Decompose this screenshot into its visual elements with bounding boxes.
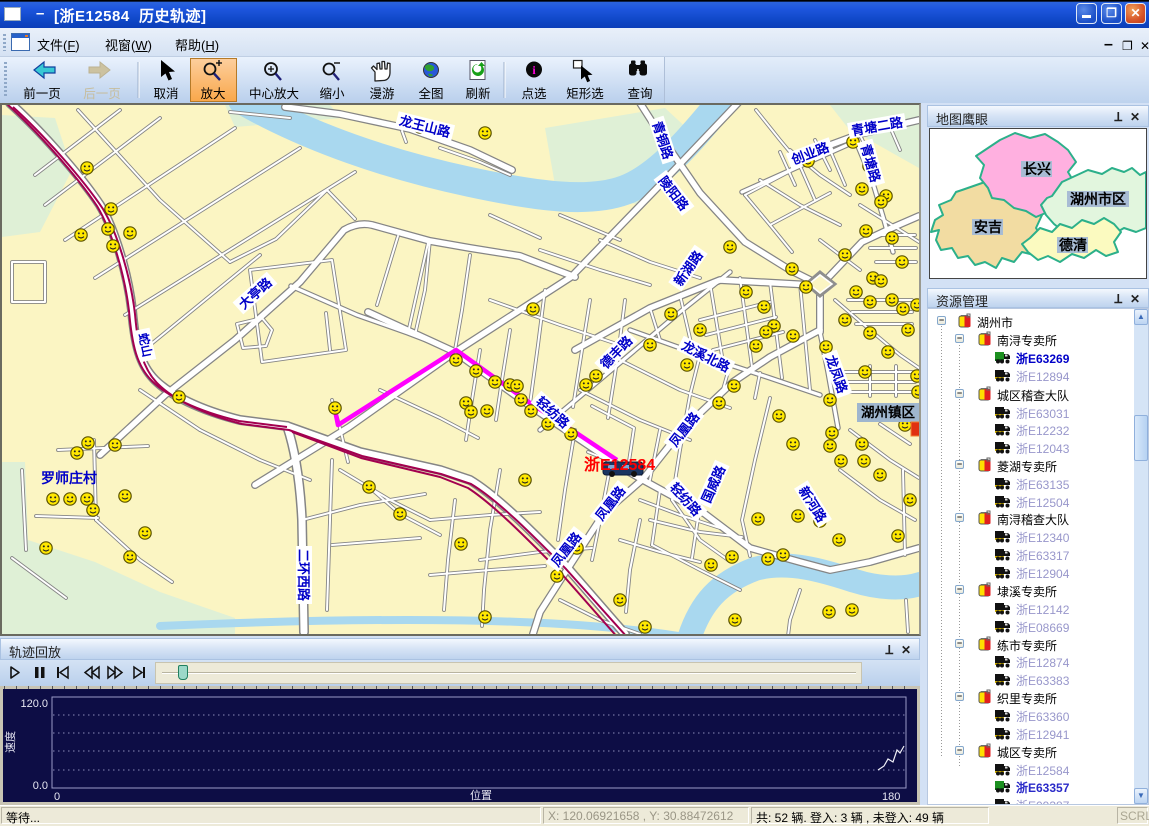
svg-text:后一页: 后一页: [83, 87, 121, 101]
svg-text:浙E12584: 浙E12584: [584, 455, 655, 474]
svg-text:湖州市区: 湖州市区: [1070, 191, 1126, 207]
svg-text:全图: 全图: [418, 86, 443, 101]
svg-text:0: 0: [54, 791, 60, 803]
svg-text:罗师庄村: 罗师庄村: [41, 470, 97, 486]
svg-text:二环西路: 二环西路: [296, 549, 311, 602]
svg-text:安吉: 安吉: [974, 219, 1002, 235]
svg-text:前一页: 前一页: [23, 86, 61, 101]
svg-text:刷新: 刷新: [465, 86, 490, 101]
svg-text:120.0: 120.0: [20, 698, 48, 710]
svg-text:点选: 点选: [521, 87, 547, 101]
svg-text:德清: 德清: [1059, 237, 1087, 253]
svg-text:漫游: 漫游: [369, 87, 395, 101]
svg-text:湖州镇区: 湖州镇区: [861, 404, 915, 420]
svg-text:取消: 取消: [153, 87, 178, 101]
svg-text:位置: 位置: [470, 788, 492, 802]
svg-text:180: 180: [882, 791, 900, 803]
svg-text:放大: 放大: [200, 86, 225, 101]
svg-text:速度: 速度: [3, 731, 17, 753]
svg-text:查询: 查询: [627, 87, 652, 101]
svg-text:矩形选: 矩形选: [566, 87, 604, 101]
svg-text:长兴: 长兴: [1023, 161, 1051, 177]
svg-text:0.0: 0.0: [33, 780, 48, 792]
svg-text:中心放大: 中心放大: [249, 86, 299, 101]
svg-text:缩小: 缩小: [319, 86, 345, 101]
